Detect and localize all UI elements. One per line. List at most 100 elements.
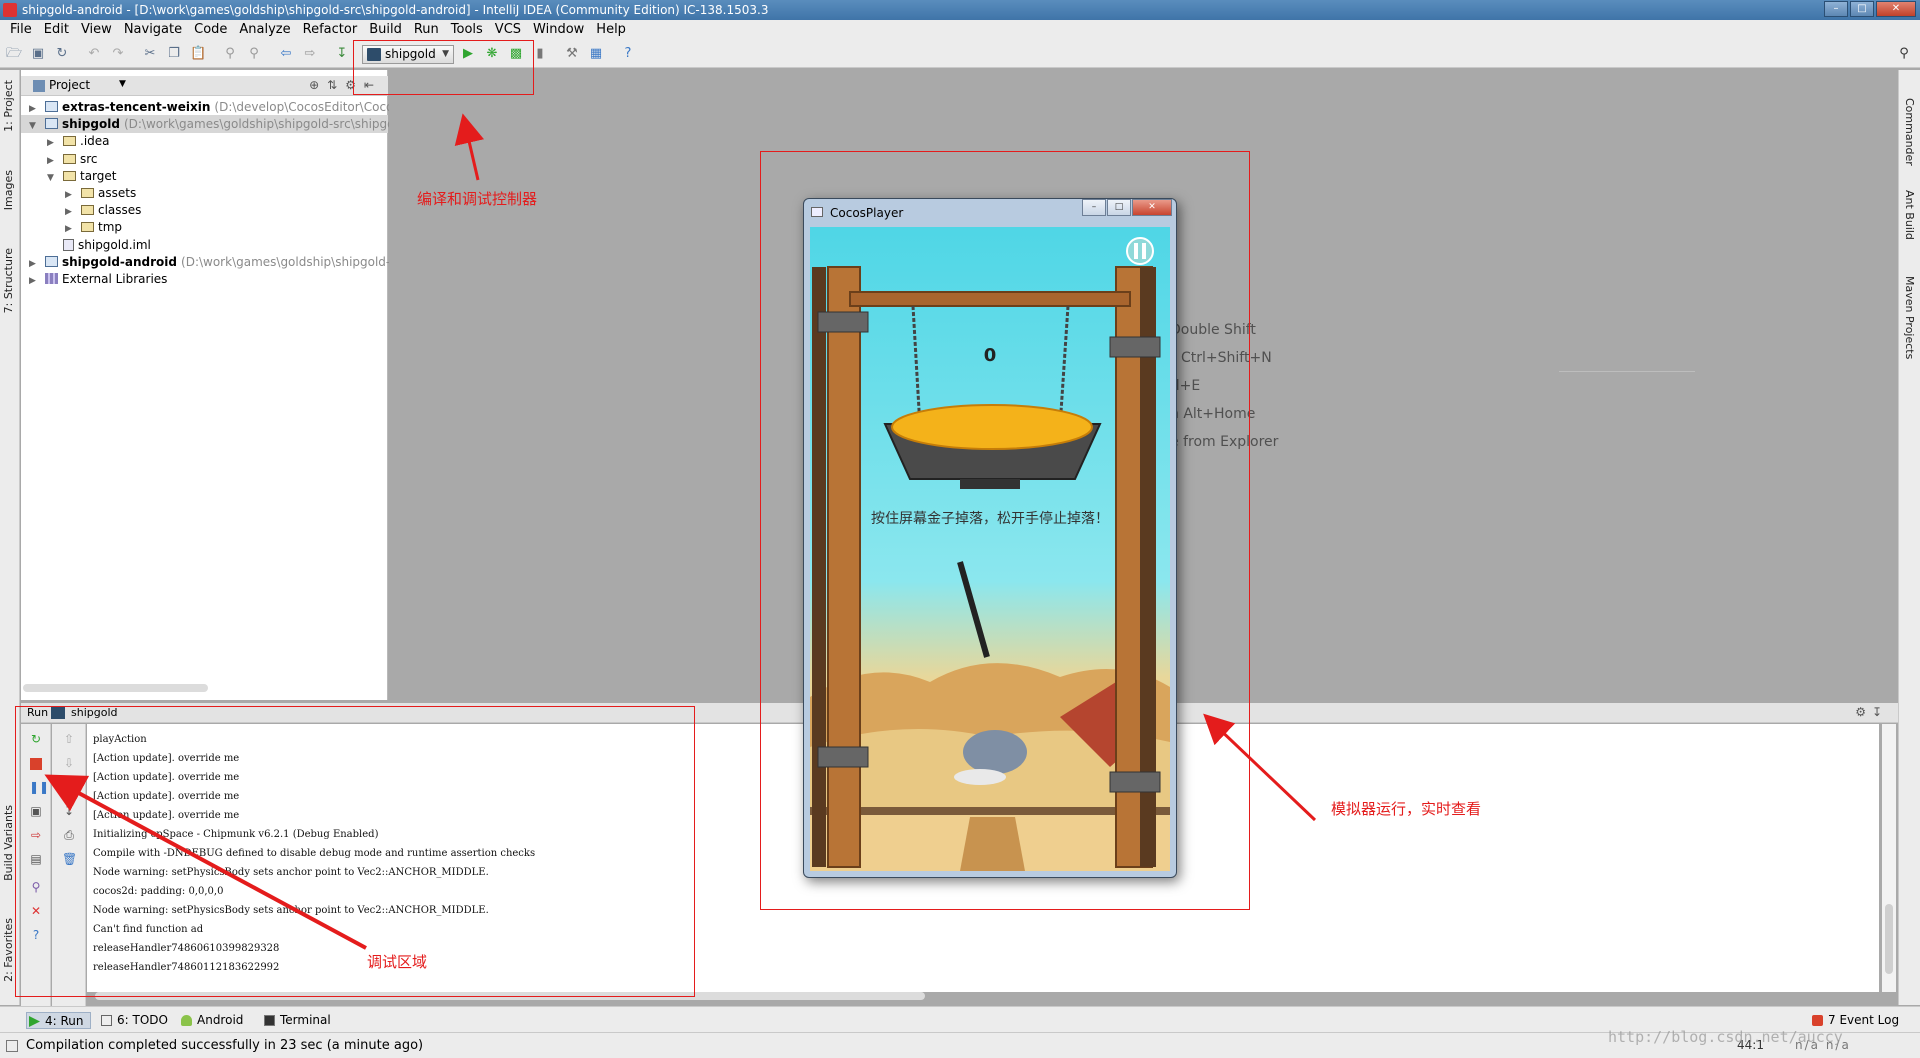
toolbar-annotation-box — [353, 40, 534, 95]
watermark: http://blog.csdn.net/auccy — [1608, 1028, 1843, 1046]
minimize-button[interactable]: – — [1824, 1, 1848, 17]
project-horizontal-scrollbar[interactable] — [23, 684, 208, 692]
settings-icon[interactable]: ⚒ — [564, 46, 580, 62]
tool-tab-favorites[interactable]: 2: Favorites — [2, 918, 15, 982]
cut-icon[interactable]: ✂ — [142, 46, 158, 62]
tool-tab-project[interactable]: 1: Project — [2, 80, 15, 132]
tree-item[interactable]: ▶ shipgold-android (D:\work\games\goldship… — [21, 253, 391, 271]
folder-icon — [81, 188, 94, 198]
tree-item-label: shipgold-android — [62, 254, 178, 269]
back-icon[interactable]: ⇦ — [278, 46, 294, 62]
file-icon — [63, 238, 74, 251]
right-tool-strip: Commander Ant Build Maven Projects — [1898, 70, 1920, 1005]
console-vertical-scrollbar[interactable] — [1882, 724, 1896, 992]
terminal-icon — [264, 1015, 275, 1026]
module-icon — [45, 118, 58, 130]
module-icon — [45, 255, 58, 267]
window-title: shipgold-android - [D:\work\games\goldsh… — [22, 3, 769, 17]
folder-icon — [63, 136, 76, 147]
tree-item[interactable]: ▼ shipgold (D:\work\games\goldship\shipgol… — [21, 115, 395, 134]
menu-view[interactable]: View — [75, 20, 118, 40]
tree-item-label: target — [80, 168, 117, 183]
tree-item[interactable]: ▶ tmp — [21, 218, 388, 236]
tree-item-label: assets — [98, 186, 137, 200]
menu-bar: File Edit View Navigate Code Analyze Refactor B… — [0, 20, 1920, 40]
structure-icon[interactable]: ▦ — [588, 46, 604, 62]
chevron-right-icon[interactable]: ▶ — [29, 272, 39, 290]
tool-tab-ant-build[interactable]: Ant Build — [1903, 190, 1916, 240]
copy-icon[interactable]: ❐ — [166, 46, 182, 62]
hint-divider — [1559, 371, 1695, 372]
tool-tab-android[interactable]: Android — [179, 1012, 243, 1029]
menu-analyze[interactable]: Analyze — [233, 20, 296, 40]
tree-item[interactable]: ▶ assets — [21, 184, 388, 202]
status-message: Compilation completed successfully in 23… — [26, 1038, 424, 1053]
menu-file[interactable]: File — [4, 20, 38, 40]
tree-item[interactable]: ▶ src — [21, 150, 388, 168]
folder-icon — [63, 153, 76, 164]
tool-tab-structure[interactable]: 7: Structure — [2, 248, 15, 313]
tool-tab-run[interactable]: 4: Run — [26, 1012, 91, 1029]
folder-icon — [63, 170, 76, 181]
forward-icon[interactable]: ⇨ — [302, 46, 318, 62]
tree-item-label: .idea — [80, 134, 110, 149]
tree-item[interactable]: shipgold.iml — [21, 236, 388, 254]
menu-tools[interactable]: Tools — [445, 20, 489, 40]
tree-item[interactable]: ▶ External Libraries — [21, 270, 388, 288]
help-icon[interactable]: ? — [620, 46, 636, 62]
search-everywhere-icon[interactable]: ⚲ — [1896, 46, 1912, 62]
stop-icon[interactable]: ▮ — [532, 46, 548, 62]
menu-navigate[interactable]: Navigate — [118, 20, 188, 40]
tree-item[interactable]: ▶ extras-tencent-weixin (D:\develop\CocosE… — [21, 98, 400, 116]
run-icon — [29, 1016, 40, 1027]
menu-window[interactable]: Window — [527, 20, 590, 40]
find-icon[interactable]: ⚲ — [222, 46, 238, 62]
menu-edit[interactable]: Edit — [38, 20, 75, 40]
tree-item[interactable]: ▶ .idea — [21, 132, 388, 150]
tool-tab-terminal[interactable]: Terminal — [262, 1012, 331, 1029]
tree-item-label: External Libraries — [62, 272, 168, 286]
redo-icon[interactable]: ↷ — [110, 46, 126, 62]
save-icon[interactable]: ▣ — [30, 46, 46, 62]
tree-item-label: shipgold.iml — [78, 237, 151, 252]
project-view-icon — [33, 80, 45, 92]
todo-icon — [101, 1015, 112, 1026]
menu-vcs[interactable]: VCS — [489, 20, 527, 40]
undo-icon[interactable]: ↶ — [86, 46, 102, 62]
tree-item-path: (D:\work\games\goldship\shipgold-src\shi… — [123, 117, 395, 132]
tree-item[interactable]: ▶ classes — [21, 201, 388, 219]
tool-tab-build-variants[interactable]: Build Variants — [2, 805, 15, 881]
replace-icon[interactable]: ⚲ — [246, 46, 262, 62]
tree-item[interactable]: ▼ target — [21, 167, 388, 185]
tool-windows-toggle-icon[interactable] — [6, 1040, 18, 1052]
menu-code[interactable]: Code — [188, 20, 233, 40]
menu-refactor[interactable]: Refactor — [297, 20, 364, 40]
make-icon[interactable]: ↧ — [334, 46, 350, 62]
module-icon — [45, 101, 58, 112]
window-titlebar: shipgold-android - [D:\work\games\goldsh… — [0, 0, 1920, 20]
maximize-button[interactable]: □ — [1850, 1, 1874, 17]
tool-tab-commander[interactable]: Commander — [1903, 98, 1916, 166]
libs-icon — [45, 273, 58, 284]
chevron-down-icon[interactable]: ▼ — [119, 79, 147, 93]
main-toolbar: 🗁 ▣ ↻ ↶ ↷ ✂ ❐ 📋 ⚲ ⚲ ⇦ ⇨ ↧ shipgold ▼ ▶ ❋… — [0, 40, 1920, 68]
tree-item-path: (D:\develop\CocosEditor\Cocos — [214, 100, 400, 114]
project-view-selector[interactable]: Project — [49, 78, 90, 92]
android-icon — [181, 1015, 192, 1026]
close-button[interactable]: ✕ — [1876, 1, 1916, 17]
tool-tab-maven-projects[interactable]: Maven Projects — [1903, 276, 1916, 359]
menu-run[interactable]: Run — [408, 20, 445, 40]
menu-help[interactable]: Help — [590, 20, 632, 40]
debug-annotation-box — [15, 706, 695, 997]
event-log-button[interactable]: 7 Event Log — [1810, 1012, 1899, 1029]
paste-icon[interactable]: 📋 — [190, 46, 206, 62]
tool-tab-todo[interactable]: 6: TODO — [99, 1012, 168, 1029]
open-icon[interactable]: 🗁 — [6, 46, 22, 62]
tool-tab-images[interactable]: Images — [2, 170, 15, 210]
sync-icon[interactable]: ↻ — [54, 46, 70, 62]
menu-build[interactable]: Build — [363, 20, 408, 40]
simulator-annotation-label: 模拟器运行，实时查看 — [1331, 800, 1482, 818]
tree-item-path: (D:\work\games\goldship\shipgold- — [181, 254, 391, 269]
run-panel-settings[interactable]: ⚙↧ — [1855, 705, 1888, 719]
project-panel: Project ▼ ⊕⇅⚙⇤ ▶ extras-tencent-weixin (D:… — [21, 70, 400, 700]
